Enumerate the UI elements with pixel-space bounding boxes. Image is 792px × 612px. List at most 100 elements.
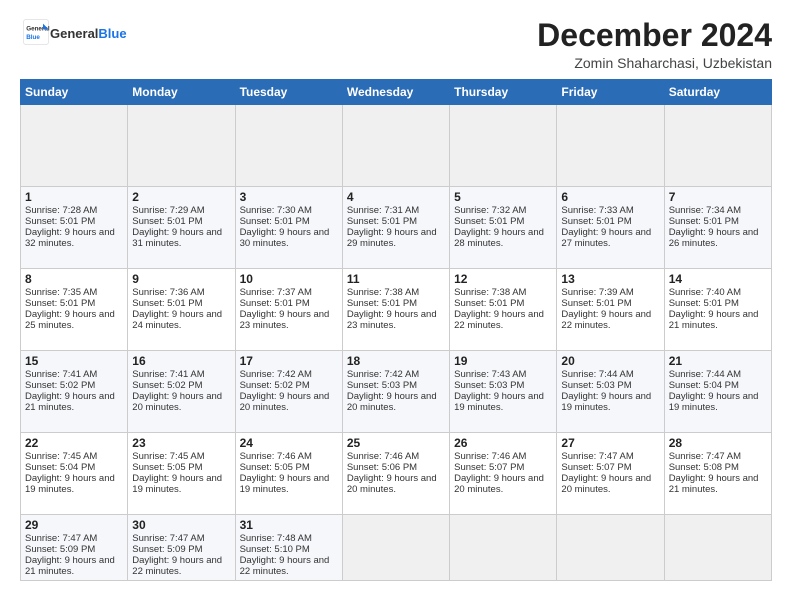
day-number: 22 (25, 436, 123, 450)
daylight-label: Daylight: 9 hours and 20 minutes. (132, 391, 222, 413)
sunset-label: Sunset: 5:02 PM (240, 380, 310, 391)
sunset-label: Sunset: 5:05 PM (240, 462, 310, 473)
day-number: 3 (240, 190, 338, 204)
day-number: 1 (25, 190, 123, 204)
sunset-label: Sunset: 5:01 PM (454, 298, 524, 309)
daylight-label: Daylight: 9 hours and 19 minutes. (25, 473, 115, 495)
calendar-cell (557, 105, 664, 187)
sunrise-label: Sunrise: 7:44 AM (669, 369, 741, 380)
daylight-label: Daylight: 9 hours and 21 minutes. (669, 473, 759, 495)
daylight-label: Daylight: 9 hours and 28 minutes. (454, 227, 544, 249)
logo: General Blue GeneralBlue (20, 18, 127, 51)
sunrise-label: Sunrise: 7:45 AM (25, 451, 97, 462)
sunset-label: Sunset: 5:01 PM (347, 216, 417, 227)
sunset-label: Sunset: 5:06 PM (347, 462, 417, 473)
sunrise-label: Sunrise: 7:47 AM (669, 451, 741, 462)
sunrise-label: Sunrise: 7:45 AM (132, 451, 204, 462)
day-number: 12 (454, 272, 552, 286)
header-sunday: Sunday (21, 80, 128, 105)
day-number: 2 (132, 190, 230, 204)
day-number: 9 (132, 272, 230, 286)
day-number: 31 (240, 518, 338, 532)
sunrise-label: Sunrise: 7:41 AM (132, 369, 204, 380)
sunset-label: Sunset: 5:01 PM (240, 216, 310, 227)
calendar-cell: 11 Sunrise: 7:38 AM Sunset: 5:01 PM Dayl… (342, 269, 449, 351)
header-wednesday: Wednesday (342, 80, 449, 105)
sunrise-label: Sunrise: 7:42 AM (347, 369, 419, 380)
day-number: 4 (347, 190, 445, 204)
calendar-cell: 28 Sunrise: 7:47 AM Sunset: 5:08 PM Dayl… (664, 433, 771, 515)
daylight-label: Daylight: 9 hours and 27 minutes. (561, 227, 651, 249)
calendar-cell: 23 Sunrise: 7:45 AM Sunset: 5:05 PM Dayl… (128, 433, 235, 515)
header: General Blue GeneralBlue December 2024 Z… (20, 18, 772, 71)
calendar-cell (128, 105, 235, 187)
sunset-label: Sunset: 5:01 PM (669, 216, 739, 227)
month-year: December 2024 (537, 18, 772, 53)
day-number: 17 (240, 354, 338, 368)
sunset-label: Sunset: 5:01 PM (561, 216, 631, 227)
day-number: 6 (561, 190, 659, 204)
daylight-label: Daylight: 9 hours and 20 minutes. (454, 473, 544, 495)
calendar-cell: 21 Sunrise: 7:44 AM Sunset: 5:04 PM Dayl… (664, 351, 771, 433)
day-number: 20 (561, 354, 659, 368)
location: Zomin Shaharchasi, Uzbekistan (537, 55, 772, 71)
daylight-label: Daylight: 9 hours and 22 minutes. (454, 309, 544, 331)
sunset-label: Sunset: 5:09 PM (132, 544, 202, 555)
logo-icon: General Blue (22, 18, 50, 46)
day-number: 26 (454, 436, 552, 450)
calendar-cell (450, 105, 557, 187)
daylight-label: Daylight: 9 hours and 30 minutes. (240, 227, 330, 249)
daylight-label: Daylight: 9 hours and 29 minutes. (347, 227, 437, 249)
calendar-cell (21, 105, 128, 187)
sunset-label: Sunset: 5:03 PM (454, 380, 524, 391)
sunset-label: Sunset: 5:03 PM (347, 380, 417, 391)
daylight-label: Daylight: 9 hours and 21 minutes. (25, 555, 115, 577)
day-number: 29 (25, 518, 123, 532)
calendar-cell (557, 515, 664, 581)
page: General Blue GeneralBlue December 2024 Z… (0, 0, 792, 612)
daylight-label: Daylight: 9 hours and 20 minutes. (561, 473, 651, 495)
calendar-cell: 24 Sunrise: 7:46 AM Sunset: 5:05 PM Dayl… (235, 433, 342, 515)
sunrise-label: Sunrise: 7:43 AM (454, 369, 526, 380)
sunrise-label: Sunrise: 7:38 AM (347, 287, 419, 298)
title-block: December 2024 Zomin Shaharchasi, Uzbekis… (537, 18, 772, 71)
sunset-label: Sunset: 5:02 PM (25, 380, 95, 391)
day-number: 18 (347, 354, 445, 368)
day-number: 30 (132, 518, 230, 532)
sunset-label: Sunset: 5:07 PM (561, 462, 631, 473)
calendar-cell: 25 Sunrise: 7:46 AM Sunset: 5:06 PM Dayl… (342, 433, 449, 515)
sunset-label: Sunset: 5:01 PM (132, 298, 202, 309)
sunrise-label: Sunrise: 7:46 AM (347, 451, 419, 462)
calendar-cell (342, 515, 449, 581)
day-headers: Sunday Monday Tuesday Wednesday Thursday… (21, 80, 772, 105)
sunrise-label: Sunrise: 7:47 AM (25, 533, 97, 544)
calendar-cell: 5 Sunrise: 7:32 AM Sunset: 5:01 PM Dayli… (450, 187, 557, 269)
daylight-label: Daylight: 9 hours and 24 minutes. (132, 309, 222, 331)
calendar-cell (664, 105, 771, 187)
sunrise-label: Sunrise: 7:42 AM (240, 369, 312, 380)
calendar-cell (235, 105, 342, 187)
sunrise-label: Sunrise: 7:28 AM (25, 205, 97, 216)
calendar-cell: 20 Sunrise: 7:44 AM Sunset: 5:03 PM Dayl… (557, 351, 664, 433)
calendar-cell: 1 Sunrise: 7:28 AM Sunset: 5:01 PM Dayli… (21, 187, 128, 269)
sunrise-label: Sunrise: 7:41 AM (25, 369, 97, 380)
sunrise-label: Sunrise: 7:30 AM (240, 205, 312, 216)
sunrise-label: Sunrise: 7:40 AM (669, 287, 741, 298)
sunset-label: Sunset: 5:09 PM (25, 544, 95, 555)
sunrise-label: Sunrise: 7:44 AM (561, 369, 633, 380)
day-number: 5 (454, 190, 552, 204)
calendar-cell: 2 Sunrise: 7:29 AM Sunset: 5:01 PM Dayli… (128, 187, 235, 269)
sunrise-label: Sunrise: 7:36 AM (132, 287, 204, 298)
daylight-label: Daylight: 9 hours and 31 minutes. (132, 227, 222, 249)
daylight-label: Daylight: 9 hours and 19 minutes. (454, 391, 544, 413)
day-number: 23 (132, 436, 230, 450)
sunset-label: Sunset: 5:07 PM (454, 462, 524, 473)
daylight-label: Daylight: 9 hours and 22 minutes. (132, 555, 222, 577)
sunrise-label: Sunrise: 7:31 AM (347, 205, 419, 216)
daylight-label: Daylight: 9 hours and 20 minutes. (240, 391, 330, 413)
day-number: 13 (561, 272, 659, 286)
daylight-label: Daylight: 9 hours and 23 minutes. (240, 309, 330, 331)
calendar-cell (450, 515, 557, 581)
sunrise-label: Sunrise: 7:47 AM (561, 451, 633, 462)
calendar-cell: 17 Sunrise: 7:42 AM Sunset: 5:02 PM Dayl… (235, 351, 342, 433)
